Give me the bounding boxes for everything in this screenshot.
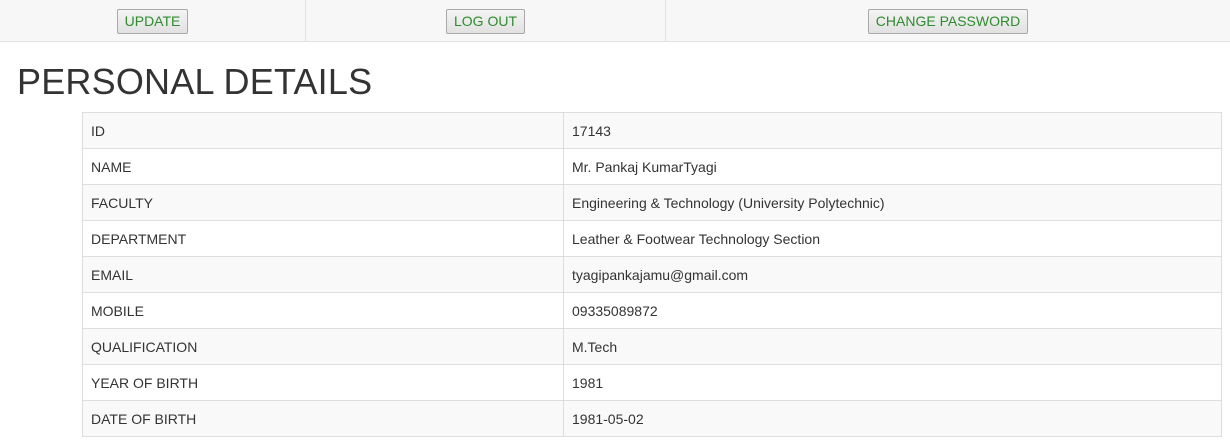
row-value-email: tyagipankajamu@gmail.com <box>563 256 1222 293</box>
row-label-year-of-birth: YEAR OF BIRTH <box>82 364 564 401</box>
top-nav-bar: UPDATE LOG OUT CHANGE PASSWORD <box>0 0 1230 42</box>
table-row: MOBILE 09335089872 <box>82 292 1222 329</box>
table-row: YEAR OF BIRTH 1981 <box>82 364 1222 401</box>
table-row: FACULTY Engineering & Technology (Univer… <box>82 184 1222 221</box>
row-value-id: 17143 <box>563 112 1222 149</box>
logout-button[interactable]: LOG OUT <box>445 8 525 34</box>
row-label-name: NAME <box>82 148 564 185</box>
row-label-mobile: MOBILE <box>82 292 564 329</box>
table-row: EMAIL tyagipankajamu@gmail.com <box>82 256 1222 293</box>
table-row: DATE OF BIRTH 1981-05-02 <box>82 400 1222 437</box>
table-row: ID 17143 <box>82 112 1222 149</box>
row-value-name: Mr. Pankaj KumarTyagi <box>563 148 1222 185</box>
row-label-department: DEPARTMENT <box>82 220 564 257</box>
table-row: NAME Mr. Pankaj KumarTyagi <box>82 148 1222 185</box>
page-title: PERSONAL DETAILS <box>17 61 373 102</box>
row-value-faculty: Engineering & Technology (University Pol… <box>563 184 1222 221</box>
change-password-button[interactable]: CHANGE PASSWORD <box>867 8 1029 34</box>
update-button[interactable]: UPDATE <box>116 8 189 34</box>
nav-cell-update: UPDATE <box>0 0 306 42</box>
row-value-mobile: 09335089872 <box>563 292 1222 329</box>
row-value-date-of-birth: 1981-05-02 <box>563 400 1222 437</box>
personal-details-table: ID 17143 NAME Mr. Pankaj KumarTyagi FACU… <box>82 112 1222 437</box>
row-label-email: EMAIL <box>82 256 564 293</box>
nav-cell-logout: LOG OUT <box>306 0 666 42</box>
row-label-faculty: FACULTY <box>82 184 564 221</box>
row-label-qualification: QUALIFICATION <box>82 328 564 365</box>
row-label-date-of-birth: DATE OF BIRTH <box>82 400 564 437</box>
row-value-qualification: M.Tech <box>563 328 1222 365</box>
table-row: QUALIFICATION M.Tech <box>82 328 1222 365</box>
table-row: DEPARTMENT Leather & Footwear Technology… <box>82 220 1222 257</box>
row-value-department: Leather & Footwear Technology Section <box>563 220 1222 257</box>
row-label-id: ID <box>82 112 564 149</box>
row-value-year-of-birth: 1981 <box>563 364 1222 401</box>
nav-cell-change-password: CHANGE PASSWORD <box>666 0 1230 42</box>
